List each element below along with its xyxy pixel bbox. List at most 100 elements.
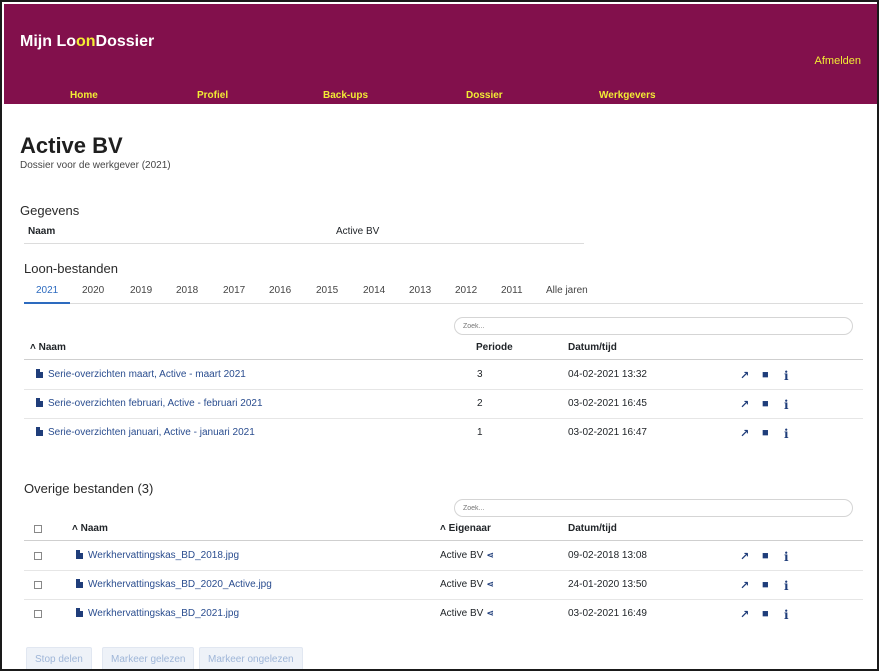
tab-2015[interactable]: 2015 xyxy=(316,285,338,304)
select-all-checkbox[interactable] xyxy=(34,525,42,533)
mark-unread-button[interactable]: Markeer ongelezen xyxy=(199,647,303,669)
brand-logo[interactable]: Mijn LoonDossier xyxy=(20,33,154,51)
gegevens-value: Active BV xyxy=(336,226,380,237)
loon-heading: Loon-bestanden xyxy=(24,261,118,276)
tab-2019[interactable]: 2019 xyxy=(130,285,152,304)
info-icon[interactable]: i xyxy=(784,579,789,593)
tab-alle-jaren[interactable]: Alle jaren xyxy=(546,285,588,304)
loon-row: Serie-overzichten februari, Active - feb… xyxy=(24,390,863,419)
year-tabs: 2021 2020 2019 2018 2017 2016 2015 2014 … xyxy=(24,285,863,304)
edit-icon[interactable]: ↗ xyxy=(740,369,749,382)
owner-name: Active BV xyxy=(440,550,484,561)
overige-datetime: 03-02-2021 16:49 xyxy=(568,608,647,619)
download-icon[interactable]: ■ xyxy=(762,398,769,410)
edit-icon[interactable]: ↗ xyxy=(740,427,749,440)
overige-table-header: ˄ Naam ˄ Eigenaar Datum/tijd xyxy=(24,521,863,541)
loon-period: 1 xyxy=(477,427,483,438)
owner-cell: Active BV ⋖ xyxy=(440,608,494,619)
loon-file-link[interactable]: Serie-overzichten maart, Active - maart … xyxy=(36,369,246,380)
tab-2011[interactable]: 2011 xyxy=(501,285,523,304)
nav-dossier[interactable]: Dossier xyxy=(466,90,503,101)
overige-file-name: Werkhervattingskas_BD_2021.jpg xyxy=(88,608,240,619)
owner-cell: Active BV ⋖ xyxy=(440,550,494,561)
row-checkbox[interactable] xyxy=(34,552,42,560)
loon-search-input[interactable] xyxy=(454,317,853,335)
page-subtitle: Dossier voor de werkgever (2021) xyxy=(20,160,171,171)
tab-2021[interactable]: 2021 xyxy=(24,285,71,304)
nav-backups[interactable]: Back-ups xyxy=(323,90,368,101)
overige-file-name: Werkhervattingskas_BD_2018.jpg xyxy=(88,550,240,561)
brand-part3: Dossier xyxy=(95,33,155,50)
overige-file-link[interactable]: Werkhervattingskas_BD_2020_Active.jpg xyxy=(76,579,272,590)
edit-icon[interactable]: ↗ xyxy=(740,550,749,563)
edit-icon[interactable]: ↗ xyxy=(740,608,749,621)
tab-2020[interactable]: 2020 xyxy=(82,285,104,304)
file-icon xyxy=(36,398,43,407)
info-icon[interactable]: i xyxy=(784,398,789,412)
download-icon[interactable]: ■ xyxy=(762,427,769,439)
loon-table-header: ˄ Naam Periode Datum/tijd xyxy=(24,340,863,360)
nav-profiel[interactable]: Profiel xyxy=(197,90,228,101)
tab-2018[interactable]: 2018 xyxy=(176,285,198,304)
nav-home[interactable]: Home xyxy=(70,90,98,101)
edit-icon[interactable]: ↗ xyxy=(740,579,749,592)
loon-file-link[interactable]: Serie-overzichten februari, Active - feb… xyxy=(36,398,263,409)
file-icon xyxy=(36,369,43,378)
info-icon[interactable]: i xyxy=(784,608,789,622)
stop-share-button[interactable]: Stop delen xyxy=(26,647,92,669)
loon-datetime: 03-02-2021 16:45 xyxy=(568,398,647,409)
overige-file-name: Werkhervattingskas_BD_2020_Active.jpg xyxy=(88,579,272,590)
overige-search-input[interactable] xyxy=(454,499,853,517)
info-icon[interactable]: i xyxy=(784,427,789,441)
edit-icon[interactable]: ↗ xyxy=(740,398,749,411)
tab-2013[interactable]: 2013 xyxy=(409,285,431,304)
overige-file-link[interactable]: Werkhervattingskas_BD_2021.jpg xyxy=(76,608,239,619)
loon-datetime: 04-02-2021 13:32 xyxy=(568,369,647,380)
logout-link[interactable]: Afmelden xyxy=(815,55,861,67)
info-icon[interactable]: i xyxy=(784,369,789,383)
download-icon[interactable]: ■ xyxy=(762,608,769,620)
download-icon[interactable]: ■ xyxy=(762,369,769,381)
download-icon[interactable]: ■ xyxy=(762,550,769,562)
info-icon[interactable]: i xyxy=(784,550,789,564)
overige-row: Werkhervattingskas_BD_2021.jpg Active BV… xyxy=(24,600,863,629)
nav-werkgevers[interactable]: Werkgevers xyxy=(599,90,656,101)
overige-datetime: 09-02-2018 13:08 xyxy=(568,550,647,561)
file-icon xyxy=(76,550,83,559)
overige-row: Werkhervattingskas_BD_2018.jpg Active BV… xyxy=(24,542,863,571)
file-icon xyxy=(36,427,43,436)
download-icon[interactable]: ■ xyxy=(762,579,769,591)
brand-part1: Mijn Lo xyxy=(20,33,76,50)
file-icon xyxy=(76,608,83,617)
tab-2014[interactable]: 2014 xyxy=(363,285,385,304)
col-naam[interactable]: ˄ Naam xyxy=(30,342,66,353)
app-window: Mijn LoonDossier Afmelden Home Profiel B… xyxy=(0,0,879,671)
loon-file-name: Serie-overzichten januari, Active - janu… xyxy=(48,427,255,438)
loon-file-name: Serie-overzichten februari, Active - feb… xyxy=(48,398,263,409)
col-datum[interactable]: Datum/tijd xyxy=(568,523,617,534)
loon-period: 2 xyxy=(477,398,483,409)
share-icon[interactable]: ⋖ xyxy=(486,550,494,560)
col-eigenaar[interactable]: ˄ Eigenaar xyxy=(440,523,491,534)
col-datum[interactable]: Datum/tijd xyxy=(568,342,617,353)
owner-name: Active BV xyxy=(440,579,484,590)
mark-read-button[interactable]: Markeer gelezen xyxy=(102,647,195,669)
gegevens-key: Naam xyxy=(28,226,56,237)
gegevens-row: Naam Active BV xyxy=(24,224,584,244)
tab-2012[interactable]: 2012 xyxy=(455,285,477,304)
share-icon[interactable]: ⋖ xyxy=(486,608,494,618)
owner-cell: Active BV ⋖ xyxy=(440,579,494,590)
row-checkbox[interactable] xyxy=(34,610,42,618)
col-periode[interactable]: Periode xyxy=(476,342,513,353)
share-icon[interactable]: ⋖ xyxy=(486,579,494,589)
tab-2016[interactable]: 2016 xyxy=(269,285,291,304)
owner-name: Active BV xyxy=(440,608,484,619)
loon-period: 3 xyxy=(477,369,483,380)
loon-datetime: 03-02-2021 16:47 xyxy=(568,427,647,438)
gegevens-heading: Gegevens xyxy=(20,203,80,218)
col-naam[interactable]: ˄ Naam xyxy=(72,523,108,534)
row-checkbox[interactable] xyxy=(34,581,42,589)
overige-file-link[interactable]: Werkhervattingskas_BD_2018.jpg xyxy=(76,550,239,561)
tab-2017[interactable]: 2017 xyxy=(223,285,245,304)
loon-file-link[interactable]: Serie-overzichten januari, Active - janu… xyxy=(36,427,255,438)
